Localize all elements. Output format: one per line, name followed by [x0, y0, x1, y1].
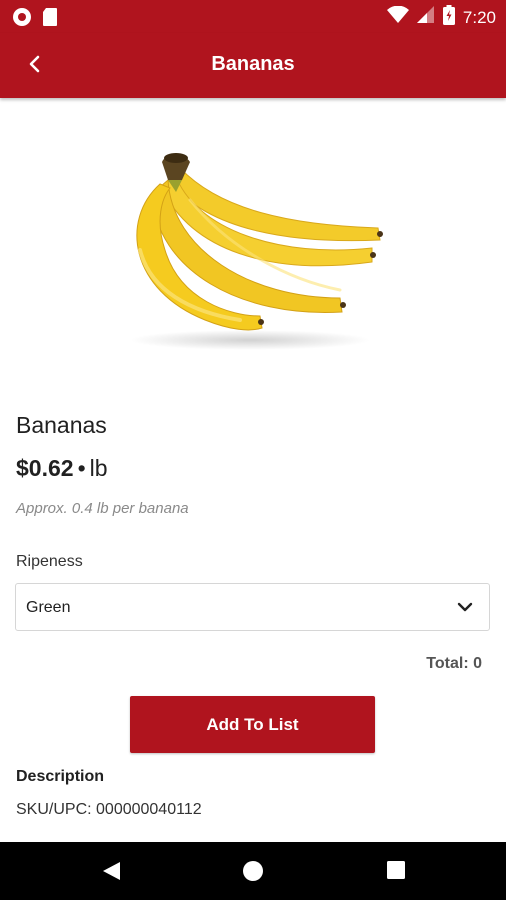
sku-upc: SKU/UPC: 000000040112 [16, 801, 202, 818]
cell-signal-icon [416, 6, 435, 29]
chevron-down-icon [457, 600, 473, 618]
ripeness-selected-value: Green [26, 599, 71, 616]
approx-weight-note: Approx. 0.4 lb per banana [16, 500, 189, 517]
product-name: Bananas [16, 412, 107, 438]
bananas-product-image [110, 140, 400, 355]
description-heading: Description [16, 768, 105, 785]
system-nav-bar [0, 842, 506, 900]
total-count: Total: 0 [426, 655, 482, 672]
status-time: 7:20 [462, 7, 496, 27]
triangle-back-icon[interactable] [100, 860, 122, 887]
circle-home-icon[interactable] [242, 860, 264, 887]
price-line: $0.62 • lb [16, 455, 108, 482]
price-unit: lb [89, 455, 108, 481]
price-separator: • [77, 455, 86, 481]
sd-card-icon [42, 7, 58, 32]
wifi-icon [386, 5, 409, 29]
ripeness-label: Ripeness [16, 553, 83, 570]
ripeness-dropdown[interactable]: Green [15, 583, 490, 631]
battery-icon [442, 5, 455, 30]
square-recents-icon[interactable] [386, 860, 406, 885]
page-title: Bananas [211, 53, 295, 75]
price-value: $0.62 [16, 455, 74, 481]
app-bar: Bananas [0, 33, 506, 98]
add-to-list-button[interactable]: Add To List [130, 696, 375, 753]
notification-record-icon [12, 7, 32, 32]
status-bar: 7:20 [0, 0, 506, 33]
